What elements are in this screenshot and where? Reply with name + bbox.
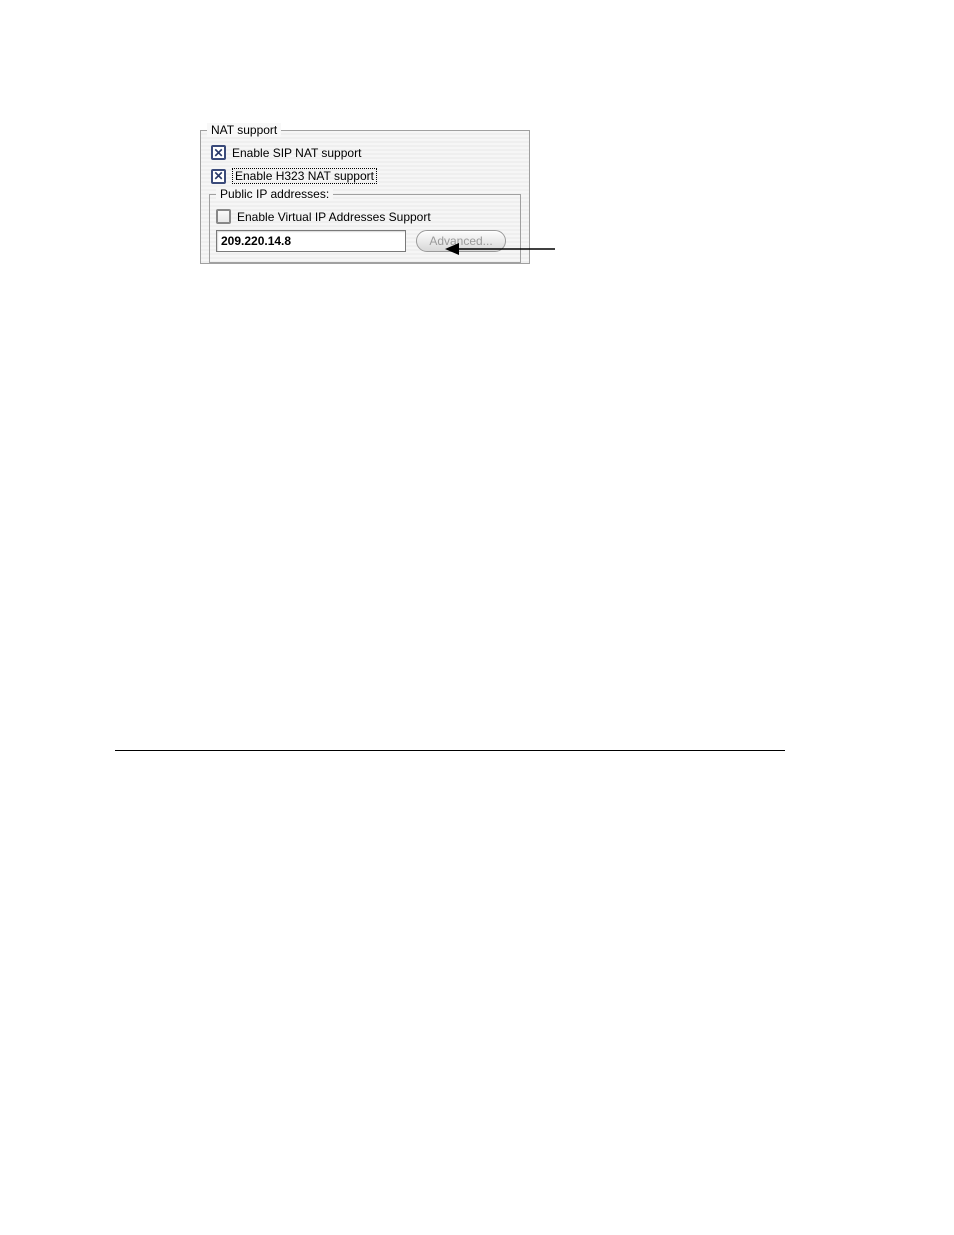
- enable-sip-label: Enable SIP NAT support: [232, 146, 361, 160]
- enable-virtual-label: Enable Virtual IP Addresses Support: [237, 210, 431, 224]
- public-ip-legend: Public IP addresses:: [216, 187, 333, 201]
- check-mark-icon: ✕: [213, 170, 223, 182]
- ip-address-input[interactable]: [216, 230, 406, 252]
- check-mark-icon: ✕: [213, 147, 223, 159]
- enable-sip-checkbox[interactable]: ✕: [211, 145, 226, 160]
- horizontal-rule: [115, 750, 785, 751]
- enable-virtual-row: Enable Virtual IP Addresses Support: [216, 209, 514, 224]
- enable-h323-checkbox[interactable]: ✕: [211, 169, 226, 184]
- enable-h323-row: ✕ Enable H323 NAT support: [207, 164, 523, 188]
- nat-support-legend: NAT support: [207, 123, 281, 137]
- enable-sip-row: ✕ Enable SIP NAT support: [207, 141, 523, 164]
- callout-arrow-icon: [445, 242, 555, 256]
- enable-virtual-checkbox[interactable]: [216, 209, 231, 224]
- enable-h323-label: Enable H323 NAT support: [232, 168, 377, 184]
